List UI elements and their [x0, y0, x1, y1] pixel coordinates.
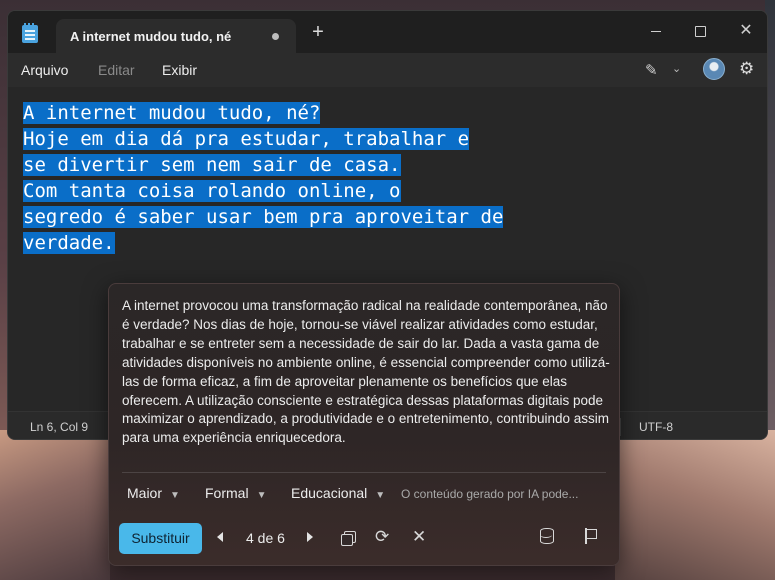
encoding-label: UTF-8: [639, 420, 673, 434]
desktop-wallpaper-right: [615, 430, 775, 580]
notepad-icon: [22, 23, 38, 43]
replace-button[interactable]: Substituir: [119, 523, 202, 554]
length-dropdown[interactable]: Maior ▼: [127, 485, 180, 501]
rewrite-suggestion-text: A internet provocou uma transformação ra…: [122, 298, 610, 446]
rewrite-panel: A internet provocou uma transformação ra…: [108, 283, 620, 566]
editor-line: A internet mudou tudo, né?: [23, 102, 321, 124]
menu-arquivo[interactable]: Arquivo: [21, 62, 68, 78]
editor-line: se divertir sem nem sair de casa.: [23, 154, 401, 176]
gear-icon[interactable]: ⚙: [739, 59, 757, 78]
dismiss-icon[interactable]: ✕: [412, 527, 426, 547]
editor-line: Hoje em dia dá pra estudar, trabalhar e: [23, 128, 470, 150]
chevron-down-icon: ▼: [256, 490, 267, 501]
cursor-position: Ln 6, Col 9: [30, 420, 89, 434]
chevron-down-icon: ▼: [170, 490, 180, 501]
flag-icon[interactable]: [584, 528, 598, 544]
menu-exibir[interactable]: Exibir: [162, 62, 197, 78]
copilot-rewrite-icon[interactable]: ✎: [645, 61, 665, 79]
editor-line: segredo é saber usar bem pra aproveitar …: [23, 206, 504, 228]
chevron-down-icon: ▼: [375, 490, 386, 501]
maximize-button[interactable]: [685, 19, 715, 43]
ai-disclaimer[interactable]: O conteúdo gerado por IA pode...: [401, 487, 578, 501]
suggestion-counter: 4 de 6: [246, 530, 285, 546]
status-divider: [620, 418, 621, 436]
chevron-down-icon[interactable]: ⌄: [672, 62, 681, 75]
next-icon[interactable]: [307, 532, 313, 542]
menu-editar[interactable]: Editar: [98, 62, 135, 78]
format-dropdown[interactable]: Educacional ▼: [291, 485, 385, 501]
previous-icon[interactable]: [217, 532, 223, 542]
tone-dropdown[interactable]: Formal ▼: [205, 485, 266, 501]
tab-document[interactable]: A internet mudou tudo, né: [56, 19, 296, 53]
editor-line: Com tanta coisa rolando online, o: [23, 180, 401, 202]
minimize-button[interactable]: [641, 19, 671, 43]
rewrite-divider: [122, 472, 606, 473]
unsaved-dot-icon: [272, 33, 279, 40]
close-button[interactable]: ✕: [731, 19, 761, 43]
desktop-wallpaper-left: [0, 430, 110, 580]
title-bar: A internet mudou tudo, né + ✕: [8, 11, 767, 53]
editor-content[interactable]: A internet mudou tudo, né? Hoje em dia d…: [23, 100, 504, 256]
avatar[interactable]: [703, 58, 725, 80]
tab-title: A internet mudou tudo, né: [70, 29, 232, 44]
copy-icon[interactable]: [341, 531, 356, 546]
database-icon[interactable]: [540, 528, 554, 544]
new-tab-button[interactable]: +: [308, 22, 328, 42]
retry-icon[interactable]: ⟳: [375, 527, 389, 547]
editor-line: verdade.: [23, 232, 115, 254]
menu-bar: Arquivo Editar Exibir ✎ ⌄ ⚙: [8, 53, 767, 87]
